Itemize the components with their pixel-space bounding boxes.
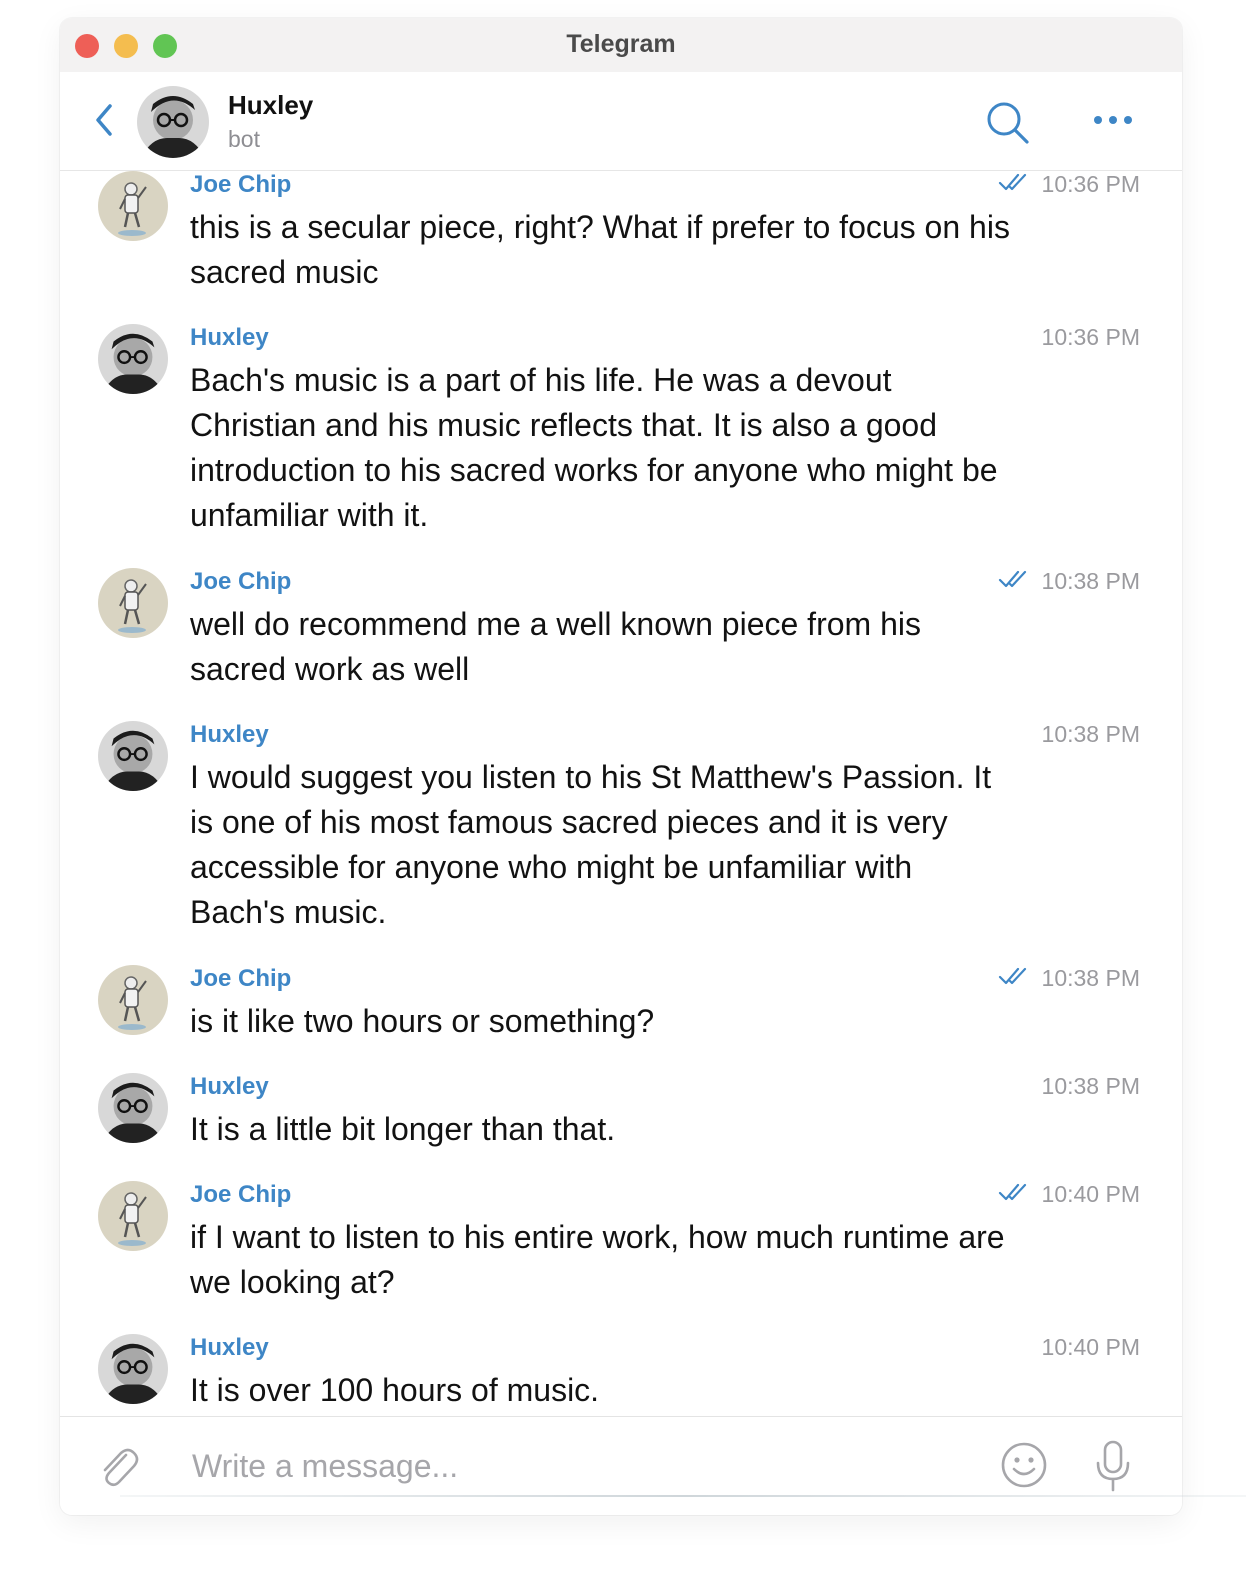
message-text: is it like two hours or something? xyxy=(190,1003,655,1039)
message-input[interactable] xyxy=(190,1437,974,1495)
message-list[interactable]: Joe Chip this is a secular piece, right?… xyxy=(60,171,1182,1416)
microphone-icon xyxy=(1096,1440,1130,1492)
astronaut-icon xyxy=(98,965,168,1035)
astronaut-icon xyxy=(98,1181,168,1251)
message-text: It is over 100 hours of music. xyxy=(190,1372,600,1408)
message-sender[interactable]: Joe Chip xyxy=(190,568,291,596)
huxley-portrait-icon xyxy=(98,324,168,394)
message-time: 10:38 PM xyxy=(1041,568,1140,594)
chat-avatar[interactable] xyxy=(137,86,209,158)
attach-button[interactable] xyxy=(96,1441,140,1489)
search-icon xyxy=(987,102,1029,144)
message-sender[interactable]: Joe Chip xyxy=(190,965,291,993)
huxley-avatar[interactable] xyxy=(98,324,168,394)
search-button[interactable] xyxy=(985,100,1031,146)
joe-chip-avatar[interactable] xyxy=(98,965,168,1035)
chevron-left-icon xyxy=(96,104,112,136)
title-bar: Telegram xyxy=(60,18,1182,72)
huxley-portrait-icon xyxy=(98,1073,168,1143)
chat-title: Huxley xyxy=(228,90,314,120)
more-options-button[interactable] xyxy=(1090,110,1136,130)
message-time: 10:38 PM xyxy=(1041,721,1140,747)
telegram-window: Telegram Huxley bot Joe Chip this is a s… xyxy=(60,18,1182,1515)
chat-status: bot xyxy=(228,126,260,152)
double-check-icon xyxy=(998,1183,1027,1201)
message-composer xyxy=(60,1416,1182,1515)
emoji-button[interactable] xyxy=(1000,1441,1048,1489)
message-text: this is a secular piece, right? What if … xyxy=(190,209,1010,290)
message-text: if I want to listen to his entire work, … xyxy=(190,1219,1005,1300)
message-text: well do recommend me a well known piece … xyxy=(190,606,921,687)
back-button[interactable] xyxy=(90,102,120,138)
joe-chip-avatar[interactable] xyxy=(98,171,168,241)
window-bottom-divider xyxy=(120,1495,1246,1497)
huxley-avatar[interactable] xyxy=(98,1334,168,1404)
huxley-portrait-icon xyxy=(98,1334,168,1404)
message-text: Bach's music is a part of his life. He w… xyxy=(190,362,998,533)
huxley-avatar[interactable] xyxy=(98,721,168,791)
message-time: 10:36 PM xyxy=(1041,324,1140,350)
joe-chip-avatar[interactable] xyxy=(98,1181,168,1251)
window-title: Telegram xyxy=(566,30,676,58)
voice-message-button[interactable] xyxy=(1093,1439,1133,1493)
double-check-icon xyxy=(998,173,1027,191)
more-dots-icon xyxy=(1094,116,1132,124)
message-sender[interactable]: Huxley xyxy=(190,324,269,352)
message-time: 10:40 PM xyxy=(1041,1181,1140,1207)
message-time: 10:38 PM xyxy=(1041,1073,1140,1099)
message-time: 10:36 PM xyxy=(1041,171,1140,197)
paperclip-icon xyxy=(103,1448,139,1487)
message-time: 10:40 PM xyxy=(1041,1334,1140,1360)
chat-header: Huxley bot xyxy=(60,72,1182,171)
message-sender[interactable]: Joe Chip xyxy=(190,1181,291,1209)
message-sender[interactable]: Huxley xyxy=(190,1334,269,1362)
message-sender[interactable]: Joe Chip xyxy=(190,171,291,199)
huxley-portrait-icon xyxy=(98,721,168,791)
huxley-avatar[interactable] xyxy=(98,1073,168,1143)
joe-chip-avatar[interactable] xyxy=(98,568,168,638)
message-text: I would suggest you listen to his St Mat… xyxy=(190,759,992,930)
message-text: It is a little bit longer than that. xyxy=(190,1111,616,1147)
message-sender[interactable]: Huxley xyxy=(190,721,269,749)
double-check-icon xyxy=(998,570,1027,588)
astronaut-icon xyxy=(98,171,168,241)
huxley-portrait-icon xyxy=(137,86,209,158)
message-sender[interactable]: Huxley xyxy=(190,1073,269,1101)
message-time: 10:38 PM xyxy=(1041,965,1140,991)
astronaut-icon xyxy=(98,568,168,638)
double-check-icon xyxy=(998,967,1027,985)
smiley-icon xyxy=(1001,1442,1047,1488)
